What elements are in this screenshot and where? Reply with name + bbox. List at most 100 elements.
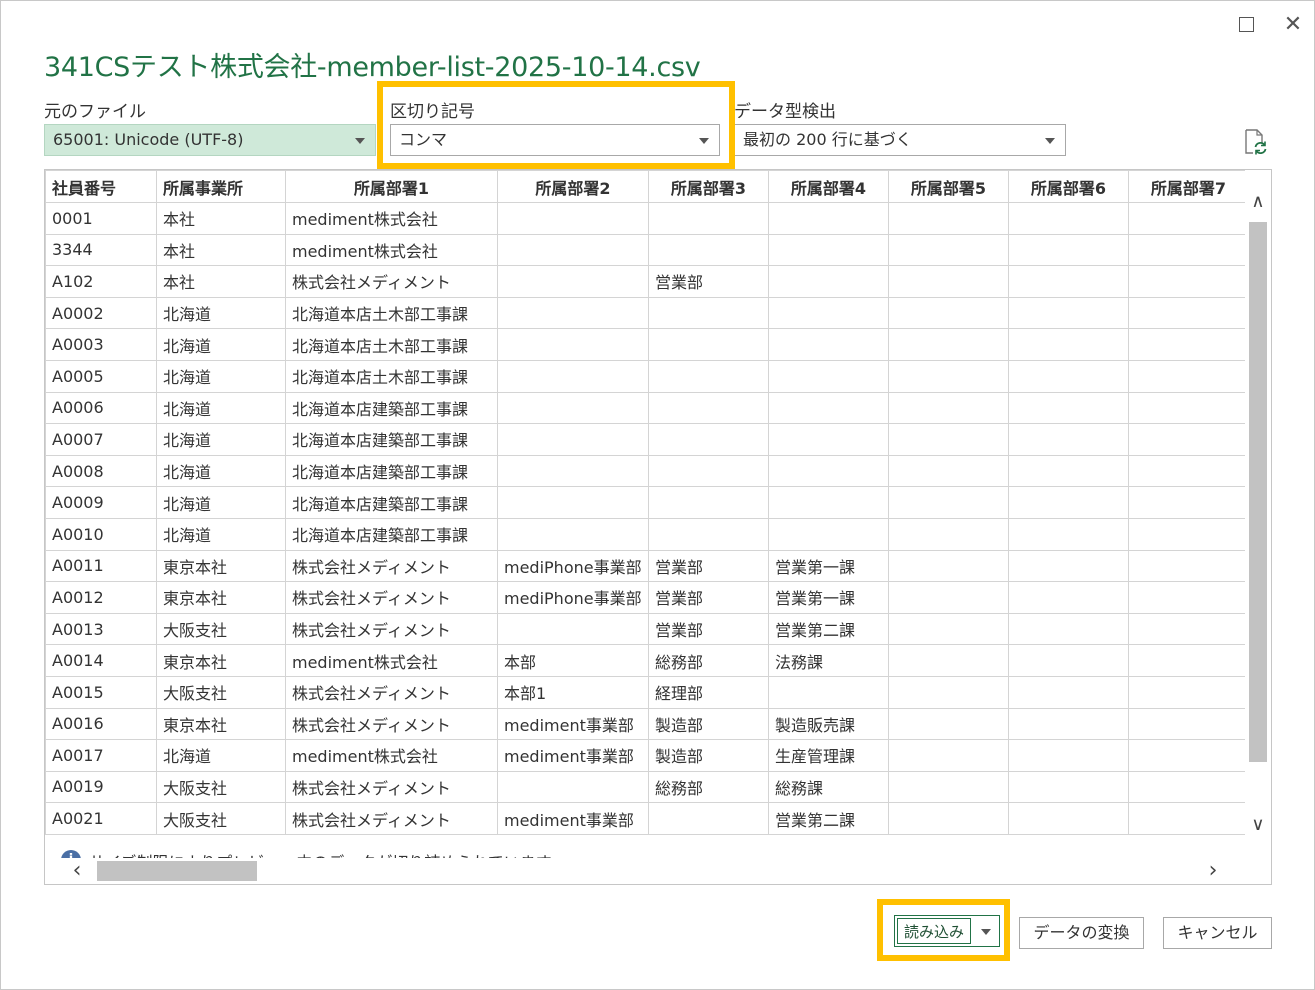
close-button[interactable]: ✕: [1279, 11, 1307, 39]
cancel-button[interactable]: キャンセル: [1163, 917, 1272, 949]
column-header[interactable]: 社員番号: [45, 170, 157, 203]
transform-data-button[interactable]: データの変換: [1019, 917, 1144, 949]
load-dropdown-button[interactable]: [975, 918, 997, 944]
column-header[interactable]: 所属部署4: [768, 170, 889, 203]
table-cell: 北海道本店土木部工事課: [285, 296, 498, 330]
column-header[interactable]: 所属事業所: [156, 170, 286, 203]
table-cell: [1128, 486, 1249, 519]
chevron-down-icon[interactable]: ∨: [1248, 815, 1268, 835]
table-cell: 営業第一課: [768, 549, 889, 583]
table-cell: 営業部: [648, 549, 769, 583]
table-cell: 北海道本店土木部工事課: [285, 359, 498, 393]
table-cell: [888, 202, 1009, 235]
table-cell: [1008, 739, 1129, 772]
table-cell: [1008, 233, 1129, 267]
table-cell: [497, 359, 649, 393]
chevron-up-icon[interactable]: ∧: [1248, 192, 1268, 212]
table-cell: [888, 739, 1009, 772]
table-cell: [1128, 770, 1249, 804]
column-header[interactable]: 所属部署1: [285, 170, 498, 203]
table-cell: [768, 359, 889, 393]
table-row: A0007 北海道 北海道本店建築部工事課: [45, 423, 1249, 456]
table-cell: 北海道: [156, 486, 286, 519]
table-cell: [1128, 391, 1249, 425]
column-header[interactable]: 所属部署6: [1008, 170, 1129, 203]
table-row: A0008 北海道 北海道本店建築部工事課: [45, 454, 1249, 488]
table-cell: A0019: [45, 770, 157, 804]
table-cell: A0021: [45, 802, 157, 835]
table-cell: 営業部: [648, 612, 769, 646]
table-cell: [1008, 265, 1129, 298]
table-cell: [1008, 675, 1129, 709]
table-cell: 北海道: [156, 296, 286, 330]
table-cell: A0016: [45, 707, 157, 741]
column-header[interactable]: 所属部署5: [888, 170, 1009, 203]
table-cell: 株式会社メディメント: [285, 581, 498, 614]
table-cell: [888, 265, 1009, 298]
horizontal-scrollbar[interactable]: ‹ ›: [45, 858, 1271, 884]
table-cell: [1128, 296, 1249, 330]
table-cell: [648, 454, 769, 488]
data-type-detection-label: データ型検出: [734, 102, 836, 122]
table-cell: [497, 486, 649, 519]
table-cell: 製造部: [648, 739, 769, 772]
table-cell: 株式会社メディメント: [285, 549, 498, 583]
table-row: A0006 北海道 北海道本店建築部工事課: [45, 391, 1249, 425]
table-cell: A0010: [45, 517, 157, 551]
table-cell: [888, 423, 1009, 456]
table-cell: [497, 328, 649, 361]
table-cell: A0009: [45, 486, 157, 519]
table-cell: [648, 359, 769, 393]
table-cell: mediment事業部: [497, 707, 649, 741]
table-cell: [768, 202, 889, 235]
table-cell: [1128, 675, 1249, 709]
table-cell: [1008, 802, 1129, 835]
table-cell: [497, 391, 649, 425]
table-cell: [1128, 802, 1249, 835]
table-cell: [768, 391, 889, 425]
load-split-button[interactable]: 読み込み: [894, 915, 1000, 947]
vertical-scroll-thumb[interactable]: [1249, 222, 1267, 762]
table-cell: 北海道本店建築部工事課: [285, 517, 498, 551]
table-cell: mediment株式会社: [285, 202, 498, 235]
table-cell: mediment事業部: [497, 739, 649, 772]
chevron-down-icon: [355, 138, 365, 144]
table-cell: [768, 296, 889, 330]
table-cell: [648, 328, 769, 361]
table-cell: 株式会社メディメント: [285, 802, 498, 835]
table-cell: 総務課: [768, 770, 889, 804]
table-cell: 北海道: [156, 391, 286, 425]
file-origin-value: 65001: Unicode (UTF-8): [53, 130, 244, 149]
vertical-scrollbar[interactable]: ∧ ∨: [1245, 170, 1271, 858]
chevron-left-icon[interactable]: ‹: [67, 860, 87, 882]
table-cell: 北海道本店土木部工事課: [285, 328, 498, 361]
table-row: A0002 北海道 北海道本店土木部工事課: [45, 296, 1249, 330]
table-cell: [497, 517, 649, 551]
table-cell: [888, 391, 1009, 425]
table-cell: 営業第一課: [768, 581, 889, 614]
table-cell: [1128, 423, 1249, 456]
table-header-row: 社員番号 所属事業所 所属部署1 所属部署2 所属部署3 所属部署4 所属部署5 所属部署6 所…: [45, 170, 1249, 203]
table-cell: 株式会社メディメント: [285, 770, 498, 804]
refresh-icon[interactable]: [1243, 129, 1267, 155]
table-cell: [768, 486, 889, 519]
load-button[interactable]: 読み込み: [897, 918, 971, 944]
table-cell: [1128, 707, 1249, 741]
horizontal-scroll-thumb[interactable]: [97, 861, 257, 881]
column-header[interactable]: 所属部署2: [497, 170, 649, 203]
data-preview-grid[interactable]: 社員番号 所属事業所 所属部署1 所属部署2 所属部署3 所属部署4 所属部署5 所属部署6 所…: [44, 169, 1272, 885]
column-header[interactable]: 所属部署7: [1128, 170, 1249, 203]
table-cell: 営業部: [648, 265, 769, 298]
table-cell: [1008, 359, 1129, 393]
table-cell: [497, 612, 649, 646]
chevron-right-icon[interactable]: ›: [1203, 860, 1223, 882]
table-cell: [1008, 328, 1129, 361]
table-cell: 大阪支社: [156, 612, 286, 646]
column-header[interactable]: 所属部署3: [648, 170, 769, 203]
table-cell: 0001: [45, 202, 157, 235]
table-cell: 営業部: [648, 581, 769, 614]
table-cell: 生産管理課: [768, 739, 889, 772]
data-type-detection-select[interactable]: 最初の 200 行に基づく: [734, 124, 1066, 156]
file-origin-select[interactable]: 65001: Unicode (UTF-8): [44, 124, 376, 156]
maximize-button[interactable]: [1232, 11, 1260, 39]
